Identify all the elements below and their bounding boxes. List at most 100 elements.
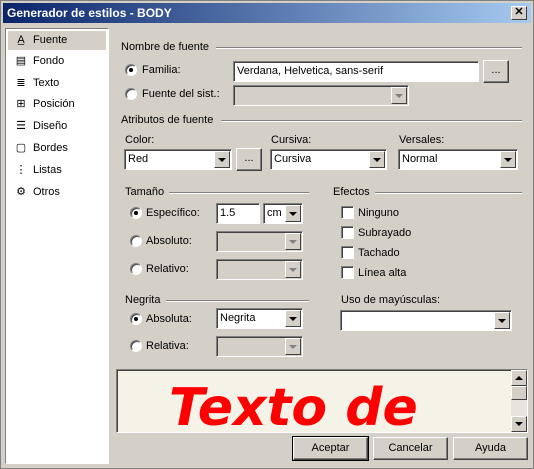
effect-none-label: Ninguno: [358, 207, 399, 219]
lists-icon: ⋮: [15, 164, 27, 176]
chevron-down-icon: [285, 233, 301, 250]
family-radio[interactable]: [125, 64, 137, 76]
preview-scrollbar[interactable]: [511, 370, 527, 432]
system-font-radio[interactable]: [125, 88, 137, 100]
size-relative-radio[interactable]: [130, 263, 142, 275]
color-picker-button[interactable]: ...: [236, 148, 262, 171]
color-select[interactable]: Red: [124, 149, 232, 170]
background-icon: ▤: [15, 55, 27, 67]
size-group-label: Tamaño: [125, 186, 165, 198]
color-value: Red: [128, 153, 149, 165]
bold-absolute-select[interactable]: Negrita: [216, 308, 303, 329]
chevron-down-icon: [214, 151, 230, 168]
size-absolute-radio[interactable]: [130, 235, 142, 247]
bold-absolute-label: Absoluta:: [146, 313, 192, 325]
family-label: Familia:: [142, 64, 181, 76]
sidebar-item-label: Listas: [33, 164, 62, 176]
size-specific-label: Específico:: [146, 207, 200, 219]
sidebar-item-label: Fondo: [33, 55, 65, 67]
ok-button[interactable]: Aceptar: [292, 436, 369, 461]
effect-strikethrough-label: Tachado: [358, 247, 400, 259]
close-button[interactable]: ✕: [511, 6, 527, 20]
other-icon: ⚙: [16, 186, 26, 198]
style-builder-dialog: Generador de estilos - BODY ✕ A̲ Fuente …: [0, 0, 534, 469]
sidebar-item-label: Diseño: [33, 120, 68, 132]
family-field[interactable]: Verdana, Helvetica, sans-serif: [233, 61, 479, 82]
effect-underline-label: Subrayado: [358, 227, 412, 239]
category-sidebar: A̲ Fuente ▤ Fondo ≣ Texto ⊞ Posición ☰ D…: [5, 28, 109, 464]
bold-relative-label: Relativa:: [146, 340, 189, 352]
size-unit-select[interactable]: cm: [263, 203, 303, 224]
effect-none-checkbox[interactable]: [341, 206, 354, 219]
cancel-button[interactable]: Cancelar: [373, 437, 448, 460]
sidebar-item-label: Texto: [33, 77, 60, 89]
capitalization-label: Uso de mayúsculas:: [341, 294, 441, 306]
scroll-thumb[interactable]: [511, 386, 527, 400]
bold-relative-select[interactable]: [216, 336, 303, 357]
sidebar-item-listas[interactable]: ⋮ Listas: [8, 161, 106, 180]
sidebar-item-label: Posición: [33, 98, 75, 110]
size-value: 1.5: [220, 207, 236, 219]
chevron-down-icon: [285, 338, 301, 355]
sidebar-item-label: Bordes: [33, 142, 68, 154]
system-font-label: Fuente del sist.:: [142, 88, 220, 100]
bold-relative-radio[interactable]: [130, 340, 142, 352]
preview-pane: Texto de: [116, 369, 528, 433]
italic-label: Cursiva:: [271, 134, 312, 146]
text-icon: ≣: [16, 77, 26, 89]
color-label: Color:: [125, 134, 155, 146]
chevron-down-icon: [391, 87, 407, 104]
sidebar-item-label: Fuente: [33, 34, 68, 46]
sidebar-item-fuente[interactable]: A̲ Fuente: [8, 31, 106, 50]
chevron-down-icon: [494, 312, 510, 329]
window-title: Generador de estilos - BODY: [7, 6, 172, 20]
bold-absolute-radio[interactable]: [130, 313, 142, 325]
group-divider: [216, 47, 522, 49]
preview-text: Texto de: [169, 378, 418, 433]
sidebar-item-fondo[interactable]: ▤ Fondo: [8, 52, 106, 71]
group-divider: [375, 192, 522, 194]
sidebar-item-label: Otros: [33, 186, 60, 198]
italic-select[interactable]: Cursiva: [270, 149, 387, 170]
system-font-select[interactable]: [233, 85, 409, 106]
group-divider: [169, 192, 309, 194]
effect-overline-label: Línea alta: [358, 267, 407, 279]
scroll-up-icon[interactable]: [511, 370, 527, 386]
scroll-down-icon[interactable]: [511, 416, 527, 432]
font-icon: A̲: [17, 34, 25, 46]
smallcaps-select[interactable]: Normal: [398, 149, 518, 170]
chevron-down-icon: [285, 205, 301, 222]
italic-value: Cursiva: [274, 153, 312, 165]
sidebar-item-bordes[interactable]: ▢ Bordes: [8, 139, 106, 158]
sidebar-item-otros[interactable]: ⚙ Otros: [8, 183, 106, 202]
group-divider: [166, 300, 309, 302]
effect-strikethrough-checkbox[interactable]: [341, 246, 354, 259]
size-relative-select[interactable]: [216, 259, 303, 280]
effect-overline-checkbox[interactable]: [341, 266, 354, 279]
family-browse-button[interactable]: ...: [483, 60, 509, 83]
smallcaps-label: Versales:: [399, 134, 445, 146]
chevron-down-icon: [500, 151, 516, 168]
close-icon: ✕: [514, 6, 524, 18]
bold-absolute-value: Negrita: [220, 312, 256, 324]
effects-group-label: Efectos: [333, 186, 370, 198]
title-bar: Generador de estilos - BODY ✕: [3, 3, 531, 23]
sidebar-item-texto[interactable]: ≣ Texto: [8, 74, 106, 93]
sidebar-item-posicion[interactable]: ⊞ Posición: [8, 95, 106, 114]
size-relative-label: Relativo:: [146, 263, 189, 275]
size-unit-value: cm: [267, 207, 282, 219]
size-absolute-select[interactable]: [216, 231, 303, 252]
chevron-down-icon: [285, 261, 301, 278]
chevron-down-icon: [369, 151, 385, 168]
sidebar-item-diseno[interactable]: ☰ Diseño: [8, 117, 106, 136]
font-attributes-group-label: Atributos de fuente: [121, 114, 214, 126]
help-button[interactable]: Ayuda: [453, 437, 528, 460]
size-specific-radio[interactable]: [130, 207, 142, 219]
size-value-field[interactable]: 1.5: [216, 203, 260, 224]
bold-group-label: Negrita: [125, 294, 161, 306]
capitalization-select[interactable]: [340, 310, 512, 331]
effect-underline-checkbox[interactable]: [341, 226, 354, 239]
font-name-group-label: Nombre de fuente: [121, 41, 210, 53]
chevron-down-icon: [285, 310, 301, 327]
borders-icon: ▢: [15, 142, 27, 154]
